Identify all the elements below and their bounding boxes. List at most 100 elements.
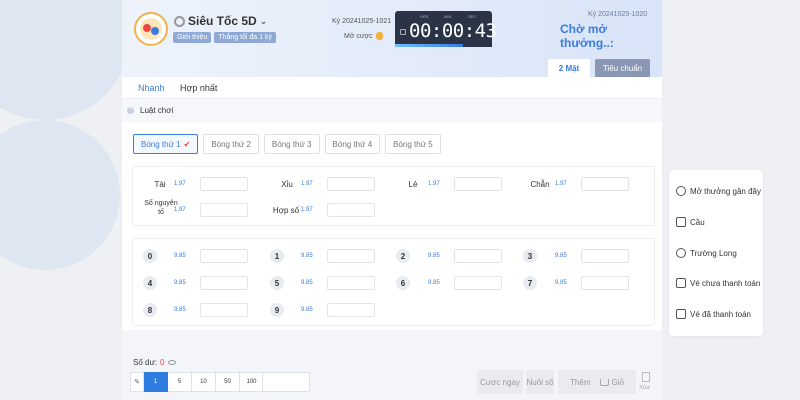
chase-number-button[interactable]: Nuôi số <box>526 370 554 394</box>
game-panel: Siêu Tốc 5D ⌄ Giới thiệu Thắng tối đa 1 … <box>122 0 662 400</box>
number-amount-input[interactable] <box>581 276 629 290</box>
tab-two-face[interactable]: 2 Mặt <box>548 59 590 77</box>
chip-value[interactable]: 50 <box>216 372 240 392</box>
background-decoration <box>0 0 130 120</box>
bet-option-label: Xỉu <box>281 180 293 189</box>
bet-amount-input[interactable] <box>200 177 248 191</box>
tab-ball-4[interactable]: Bóng thứ 4 <box>324 134 381 154</box>
number-odds: 9.85 <box>301 280 313 286</box>
number-ball: 4 <box>143 276 157 290</box>
side-item-label: Vé chưa thanh toán <box>690 278 761 288</box>
side-item-settled-tickets[interactable]: Vé đã thanh toán <box>676 309 751 319</box>
chip-value[interactable]: 5 <box>168 372 192 392</box>
tab-ball-3[interactable]: Bóng thứ 3 <box>263 134 320 154</box>
side-item-unsettled-tickets[interactable]: Vé chưa thanh toán <box>676 278 760 288</box>
bet-amount-input[interactable] <box>200 203 248 217</box>
number-odds: 9.85 <box>428 280 440 286</box>
balance-label: Số dư: <box>133 358 158 367</box>
side-item-trend[interactable]: Cầu <box>676 217 705 227</box>
bet-option-odds: 1.97 <box>555 181 567 187</box>
check-icon: ✔ <box>183 139 191 149</box>
game-selector[interactable]: Siêu Tốc 5D ⌄ <box>174 14 267 28</box>
bet-amount-input[interactable] <box>454 177 502 191</box>
side-item-label: Vé đã thanh toán <box>690 309 751 319</box>
timer-progress-fill <box>395 44 463 47</box>
number-odds: 9.85 <box>555 280 567 286</box>
tab-combined[interactable]: Hợp nhất <box>180 83 217 93</box>
side-item-long-dragon[interactable]: Trường Long <box>676 248 737 258</box>
chip-value[interactable]: 10 <box>192 372 216 392</box>
add-to-cart-button[interactable]: Thêm Giỏ <box>558 370 636 394</box>
balance: Số dư: 0 <box>133 358 176 367</box>
number-ball: 0 <box>143 249 157 263</box>
waiting-result-text: Chờ mở thưởng..: <box>560 22 614 50</box>
number-amount-input[interactable] <box>327 276 375 290</box>
number-ball: 6 <box>396 276 410 290</box>
bet-amount-input[interactable] <box>327 177 375 191</box>
game-header: Siêu Tốc 5D ⌄ Giới thiệu Thắng tối đa 1 … <box>122 0 662 77</box>
number-odds: 9.85 <box>174 253 186 259</box>
rules-label: Luật chơi <box>140 106 174 115</box>
eye-icon[interactable] <box>167 360 176 365</box>
bet-option-odds: 1.97 <box>174 181 186 187</box>
number-odds: 9.85 <box>301 253 313 259</box>
game-title: Siêu Tốc 5D <box>188 14 257 28</box>
tab-ball-1[interactable]: Bóng thứ 1 ✔ <box>133 134 199 154</box>
number-amount-input[interactable] <box>200 249 248 263</box>
number-amount-input[interactable] <box>200 276 248 290</box>
bet-option-odds: 1.97 <box>174 207 186 213</box>
number-amount-input[interactable] <box>200 303 248 317</box>
ball-tab-label: Bóng thứ 2 <box>211 139 251 149</box>
countdown-timer: HRS MIN SEC 00:00:43 <box>395 11 497 47</box>
trash-icon[interactable] <box>642 372 650 382</box>
hand-icon <box>375 32 383 40</box>
tab-ball-2[interactable]: Bóng thứ 2 <box>203 134 259 154</box>
bet-footer: Số dư: 0 ✎ 1 5 10 50 100 Cược ngay Nuôi … <box>122 330 662 400</box>
number-amount-input[interactable] <box>581 249 629 263</box>
number-amount-input[interactable] <box>454 276 502 290</box>
background-decoration <box>0 120 120 270</box>
add-label: Thêm <box>570 377 591 387</box>
previous-round-label: Kỳ 20241025-1020 <box>588 11 648 18</box>
chip-value[interactable]: 100 <box>240 372 264 392</box>
timer-sec-label: SEC <box>468 14 477 19</box>
ball-tab-label: Bóng thứ 5 <box>393 139 433 149</box>
bet-option-label: Lẻ <box>408 180 418 189</box>
timer-hrs-label: HRS <box>420 14 429 19</box>
chip-selector: ✎ 1 5 10 50 100 <box>130 372 264 392</box>
number-amount-input[interactable] <box>327 303 375 317</box>
sub-tabs: Nhanh Hợp nhất <box>122 77 662 99</box>
number-amount-input[interactable] <box>327 249 375 263</box>
number-amount-input[interactable] <box>454 249 502 263</box>
number-ball: 8 <box>143 303 157 317</box>
bet-now-button[interactable]: Cược ngay <box>477 370 523 394</box>
timer-min-label: MIN <box>444 14 452 19</box>
chip-value[interactable]: 1 <box>144 372 168 392</box>
tab-standard[interactable]: Tiêu chuẩn <box>595 59 650 77</box>
bet-option-odds: 1.97 <box>428 181 440 187</box>
rules-row[interactable]: ? Luật chơi <box>122 99 662 122</box>
ball-tab-label: Bóng thứ 4 <box>332 139 373 149</box>
edit-chips-icon[interactable]: ✎ <box>130 372 144 392</box>
number-ball: 5 <box>270 276 284 290</box>
gear-icon <box>174 15 185 27</box>
tab-ball-5[interactable]: Bóng thứ 5 <box>385 134 441 154</box>
ball-tabs: Bóng thứ 1 ✔ Bóng thứ 2 Bóng thứ 3 Bóng t… <box>133 134 441 154</box>
bet-option-label: Tài <box>154 180 166 189</box>
side-item-label: Cầu <box>690 217 705 227</box>
custom-amount-input[interactable] <box>262 372 310 392</box>
side-item-recent-results[interactable]: Mở thưởng gần đây <box>676 186 761 196</box>
ball-tab-label: Bóng thứ 1 <box>141 139 181 149</box>
bet-amount-input[interactable] <box>327 203 375 217</box>
balance-value: 0 <box>160 358 165 367</box>
intro-chip[interactable]: Giới thiệu <box>173 32 212 43</box>
tab-fast[interactable]: Nhanh <box>138 83 165 93</box>
number-ball: 1 <box>270 249 284 263</box>
bet-amount-input[interactable] <box>581 177 629 191</box>
number-odds: 9.85 <box>555 253 567 259</box>
number-odds: 9.85 <box>174 307 186 313</box>
number-ball: 3 <box>523 249 537 263</box>
number-ball: 9 <box>270 303 284 317</box>
cart-icon <box>599 378 609 386</box>
dragon-icon <box>676 248 686 258</box>
